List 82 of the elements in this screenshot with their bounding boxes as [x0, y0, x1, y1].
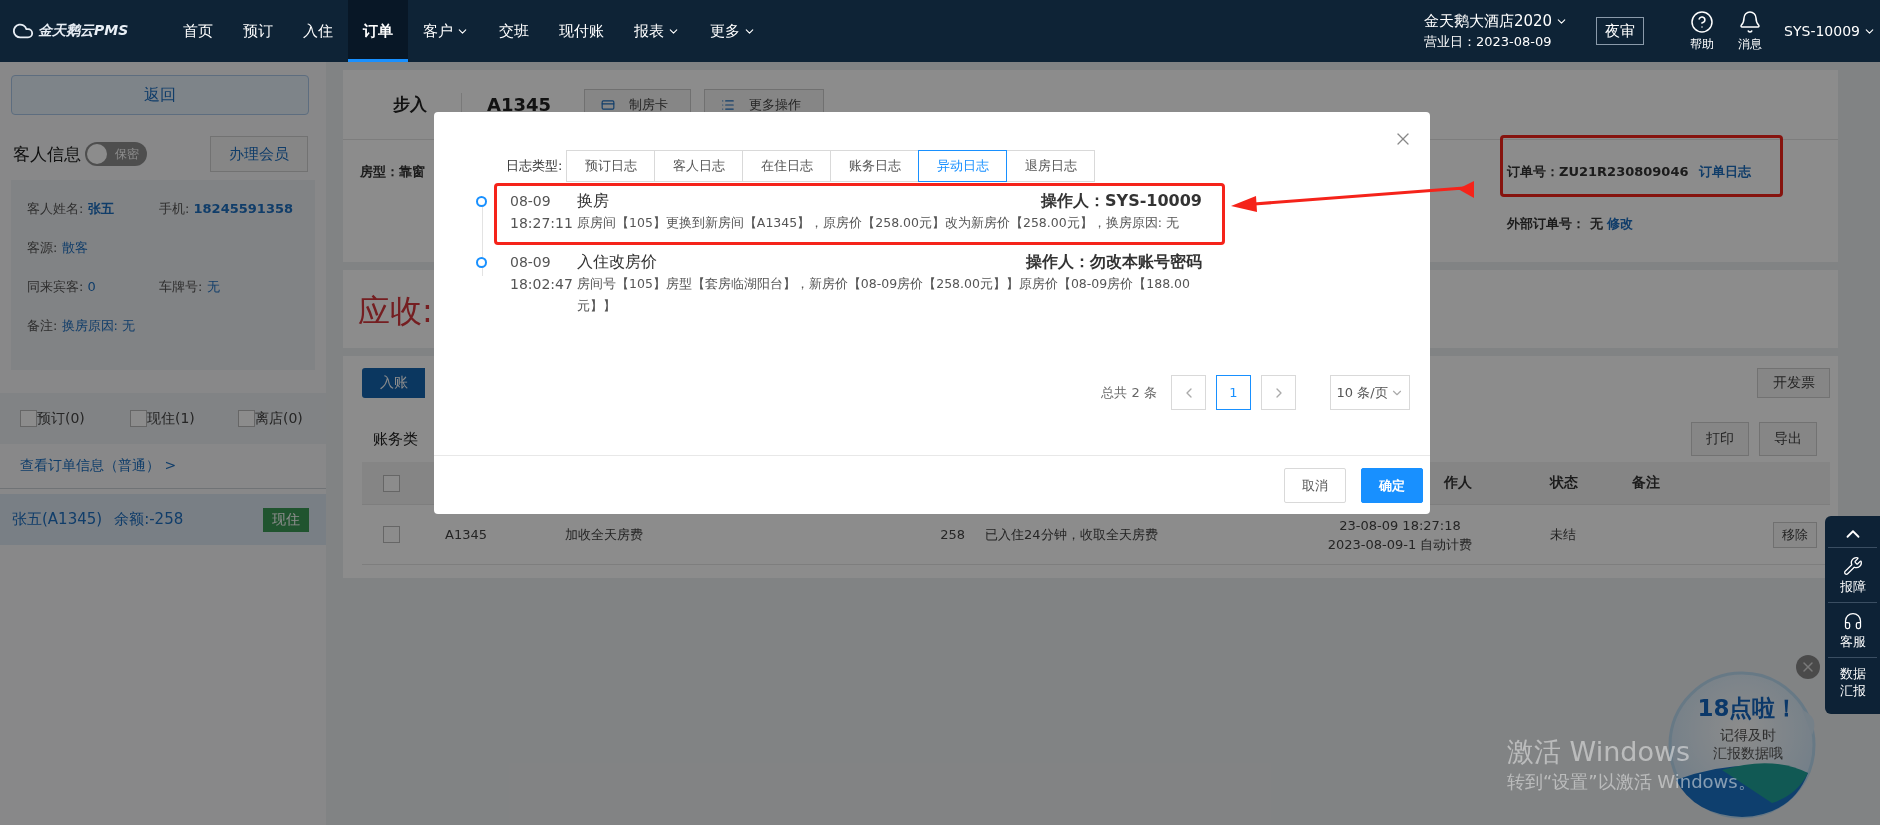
user-menu[interactable]: SYS-10009 — [1784, 23, 1880, 39]
guest-name: 张五(A1345) — [12, 510, 103, 529]
room-number: A1345 — [487, 94, 552, 115]
headset-icon[interactable] — [1842, 610, 1863, 631]
order-number: 订单号：ZU21R230809046 — [1507, 163, 1689, 181]
row-checkbox[interactable] — [382, 526, 400, 543]
log-operator: 操作人：SYS-10009 — [1041, 190, 1202, 212]
filter-checkbox[interactable]: 现住(1) — [130, 409, 238, 428]
guest-field: 客人姓名: 张五 — [27, 200, 159, 219]
column-header: 备注 — [1632, 474, 1660, 492]
wrench-icon[interactable] — [1842, 556, 1863, 576]
list-icon[interactable] — [721, 97, 736, 112]
select-all-checkbox[interactable] — [382, 474, 400, 492]
table-cell: 加收全天房费 — [565, 525, 643, 544]
hotel-selector[interactable]: 金天鹅大酒店2020 — [1423, 11, 1569, 31]
bubble-text: 记得及时 — [1719, 727, 1777, 745]
nav-item[interactable]: 入住 — [288, 0, 348, 62]
app-logo: 金天鹅云PMS — [38, 22, 129, 40]
invoice-button[interactable]: 开发票 — [1757, 368, 1830, 398]
log-title: 入住改房价 — [577, 251, 657, 273]
log-title: 换房 — [577, 190, 609, 212]
timeline-dot — [476, 257, 487, 268]
nav-item[interactable]: 更多 — [695, 0, 771, 62]
export-button[interactable]: 导出 — [1759, 422, 1817, 456]
business-date: 营业日：2023-08-09 — [1423, 32, 1553, 51]
log-operator: 操作人：勿改本账号密码 — [1026, 251, 1202, 273]
log-tab[interactable]: 预订日志 — [566, 150, 656, 182]
receivable-label: 应收: — [358, 291, 433, 332]
guest-field: 车牌号: 无 — [159, 278, 299, 297]
activation-title: 激活 Windows — [1507, 735, 1691, 769]
log-detail: 房间号【105】房型【套房临湖阳台】，新房价【08-09房价【258.00元】】原房价【08-09房价【188.00元】】 — [577, 275, 1191, 315]
category-label: 账务类 — [373, 429, 418, 449]
nav-item[interactable]: 客户 — [408, 0, 484, 62]
log-tab[interactable]: 在住日志 — [742, 150, 832, 182]
nav-item[interactable]: 现付账 — [544, 0, 619, 62]
log-type-label: 日志类型: — [506, 157, 563, 175]
total-count: 总共 2 条 — [1101, 383, 1157, 402]
table-cell: 258 — [940, 527, 965, 542]
card-icon[interactable] — [601, 97, 616, 112]
column-header: 作人 — [1444, 474, 1472, 492]
side-tool-button[interactable]: 客服 — [1828, 602, 1877, 658]
table-cell: A1345 — [445, 527, 487, 542]
side-tool-button[interactable]: 数据汇报 — [1828, 657, 1877, 706]
timeline-dot — [476, 196, 487, 207]
nav-item[interactable]: 交班 — [484, 0, 544, 62]
log-detail: 原房间【105】更换到新房间【A1345】，原房价【258.00元】改为新房价【258.00元】，换房原因: 无 — [577, 214, 1180, 232]
night-audit-button[interactable]: 夜审 — [1596, 17, 1645, 45]
guest-balance: 余额:-258 — [114, 510, 184, 529]
log-tab[interactable]: 账务日志 — [830, 150, 920, 182]
table-cell: 已入住24分钟，收取全天房费 — [985, 525, 1158, 544]
guest-field: 备注: 换房原因: 无 — [27, 317, 159, 336]
nav-item[interactable]: 首页 — [168, 0, 228, 62]
filter-checkbox[interactable]: 离店(0) — [238, 409, 326, 428]
guest-field: 手机: 18245591358 — [159, 200, 299, 219]
nav-item[interactable]: 预订 — [228, 0, 288, 62]
log-tab[interactable]: 客人日志 — [654, 150, 744, 182]
log-time: 08-09 18:02:47 — [510, 253, 574, 294]
posting-tab[interactable]: 入账 — [362, 368, 425, 398]
cancel-button[interactable]: 取消 — [1284, 468, 1346, 503]
messages-label[interactable]: 消息 — [1738, 35, 1763, 53]
table-cell: 未结 — [1550, 525, 1576, 544]
nav-item[interactable]: 订单 — [348, 0, 408, 62]
column-header: 状态 — [1550, 474, 1578, 492]
guest-field: 客源: 散客 — [27, 239, 159, 258]
room-type: 房型：靠窗 — [360, 163, 425, 181]
help-icon[interactable] — [1690, 9, 1715, 34]
status-badge: 现住 — [263, 507, 309, 532]
print-button[interactable]: 打印 — [1691, 422, 1749, 456]
external-order-number: 外部订单号： 无 — [1507, 215, 1603, 233]
help-label[interactable]: 帮助 — [1690, 35, 1715, 53]
nav-item[interactable]: 报表 — [619, 0, 695, 62]
remove-button[interactable]: 移除 — [1773, 521, 1817, 548]
guest-field: 同来宾客: 0 — [27, 278, 159, 297]
filter-checkbox[interactable]: 预订(0) — [20, 409, 130, 428]
log-time: 08-09 18:27:11 — [510, 192, 574, 233]
log-tab[interactable]: 退房日志 — [1006, 150, 1096, 182]
bell-icon[interactable] — [1738, 9, 1763, 34]
page-size-select[interactable]: 10 条/页 — [1330, 375, 1410, 410]
table-cell-text: 23-08-09 18:27:18 2023-08-09-1 自动计费 — [1326, 516, 1474, 554]
side-tool-button[interactable]: 报障 — [1828, 548, 1877, 603]
bubble-title: 18点啦！ — [1696, 694, 1800, 723]
section-title: 客人信息 — [13, 142, 81, 166]
